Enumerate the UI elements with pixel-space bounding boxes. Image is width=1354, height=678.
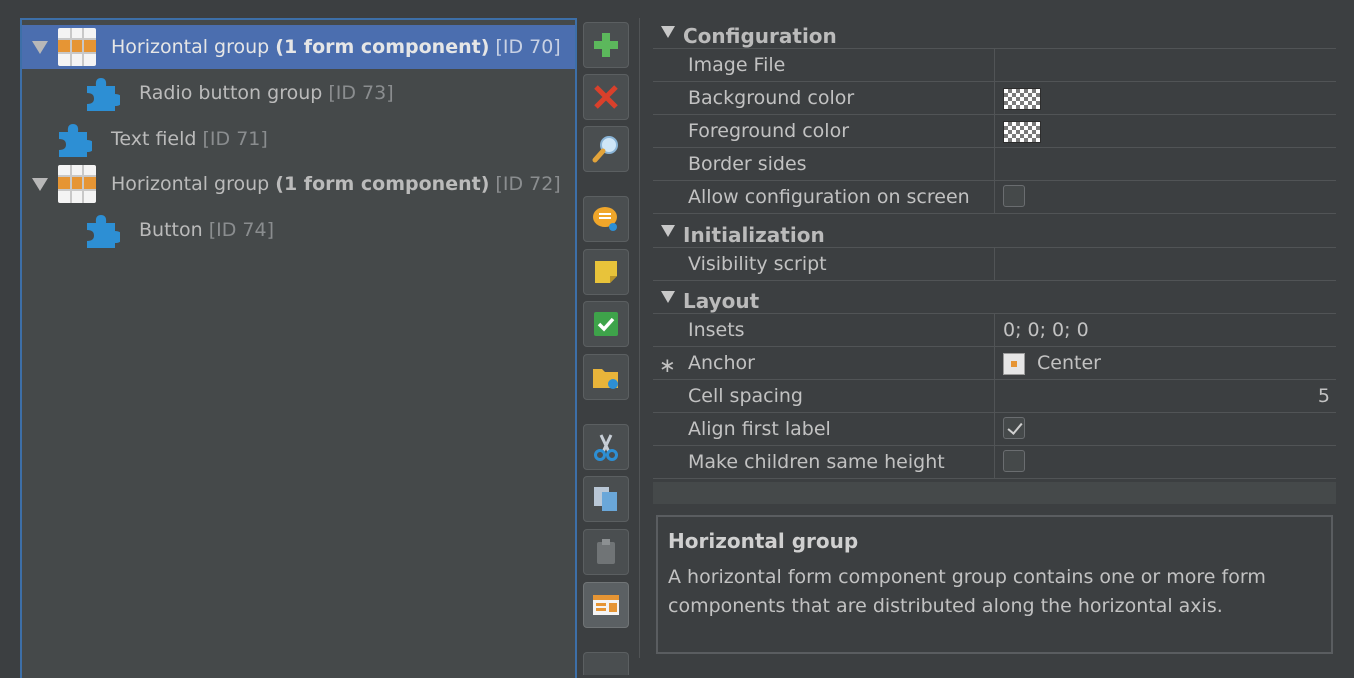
transparent-color-swatch-icon[interactable]: [1003, 88, 1041, 110]
transparent-color-swatch-icon[interactable]: [1003, 121, 1041, 143]
prop-anchor[interactable]: ∗ Anchor Center: [653, 347, 1336, 380]
expand-toggle-icon[interactable]: [32, 41, 48, 54]
note-button[interactable]: [583, 249, 629, 295]
toolbar-overflow-button[interactable]: [583, 652, 629, 675]
cut-button[interactable]: [583, 424, 629, 470]
tree-node-button-74[interactable]: Button [ID 74]: [22, 208, 575, 252]
comment-button[interactable]: [583, 196, 629, 242]
puzzle-piece-icon: [82, 211, 122, 249]
prop-insets[interactable]: Insets 0; 0; 0; 0: [653, 314, 1336, 347]
collapse-icon[interactable]: [661, 291, 675, 303]
properties-empty-area: [653, 482, 1336, 504]
tree-node-label: Button [ID 74]: [139, 219, 274, 241]
horizontal-group-icon: [58, 28, 96, 66]
folder-icon: [593, 369, 618, 389]
collapse-icon[interactable]: [661, 225, 675, 237]
copy-icon: [594, 487, 617, 511]
puzzle-piece-icon: [54, 120, 94, 158]
tree-node-radio-button-group-73[interactable]: Radio button group [ID 73]: [22, 71, 575, 115]
prop-background-color[interactable]: Background color: [653, 82, 1336, 115]
clipboard-icon: [597, 539, 615, 564]
tree-node-horizontal-group-70[interactable]: Horizontal group (1 form component) [ID …: [22, 25, 575, 69]
expand-toggle-icon[interactable]: [32, 178, 48, 191]
prop-foreground-color[interactable]: Foreground color: [653, 115, 1336, 148]
form-group-icon: [593, 595, 619, 615]
prop-align-first-label[interactable]: Align first label: [653, 413, 1336, 446]
validate-button[interactable]: [583, 301, 629, 347]
section-configuration[interactable]: Configuration: [653, 18, 1336, 49]
section-initialization[interactable]: Initialization: [653, 217, 1336, 248]
close-icon: [594, 85, 618, 109]
prop-allow-configuration[interactable]: Allow configuration on screen: [653, 181, 1336, 214]
panel-divider[interactable]: [639, 18, 640, 658]
sticky-note-icon: [595, 261, 617, 283]
tree-node-label: Radio button group [ID 73]: [139, 82, 394, 104]
description-panel: Horizontal group A horizontal form compo…: [656, 515, 1333, 654]
prop-children-same-height[interactable]: Make children same height: [653, 446, 1336, 479]
tree-node-label: Text field [ID 71]: [111, 128, 268, 150]
horizontal-group-icon: [58, 165, 96, 203]
allow-configuration-checkbox[interactable]: [1003, 185, 1025, 207]
children-same-height-checkbox[interactable]: [1003, 450, 1025, 472]
prop-image-file[interactable]: Image File: [653, 49, 1336, 82]
speech-bubble-icon: [593, 207, 617, 231]
component-tree[interactable]: Horizontal group (1 form component) [ID …: [20, 18, 577, 678]
collapse-icon[interactable]: [661, 26, 675, 38]
align-first-label-checkbox[interactable]: [1003, 417, 1025, 439]
delete-button[interactable]: [583, 74, 629, 120]
tree-node-label: Horizontal group (1 form component) [ID …: [111, 173, 561, 195]
description-title: Horizontal group: [668, 529, 859, 553]
tree-node-horizontal-group-72[interactable]: Horizontal group (1 form component) [ID …: [22, 162, 575, 206]
add-button[interactable]: [583, 22, 629, 68]
description-text: A horizontal form component group contai…: [668, 566, 1266, 617]
prop-visibility-script[interactable]: Visibility script: [653, 248, 1336, 281]
section-layout[interactable]: Layout: [653, 283, 1336, 314]
paste-button[interactable]: [583, 529, 629, 575]
puzzle-piece-icon: [82, 74, 122, 112]
prop-cell-spacing[interactable]: Cell spacing 5: [653, 380, 1336, 413]
prop-border-sides[interactable]: Border sides: [653, 148, 1336, 181]
copy-button[interactable]: [583, 476, 629, 522]
scissors-icon: [594, 434, 618, 461]
tree-node-label: Horizontal group (1 form component) [ID …: [111, 36, 561, 58]
group-button[interactable]: [583, 582, 629, 628]
tree-node-text-field-71[interactable]: Text field [ID 71]: [22, 117, 575, 161]
open-folder-button[interactable]: [583, 354, 629, 400]
modified-marker: ∗: [659, 353, 676, 377]
anchor-center-icon: [1003, 353, 1025, 375]
checkmark-icon: [594, 312, 618, 336]
search-button[interactable]: [583, 126, 629, 172]
plus-icon: [594, 33, 618, 57]
magnifier-icon: [592, 136, 618, 163]
